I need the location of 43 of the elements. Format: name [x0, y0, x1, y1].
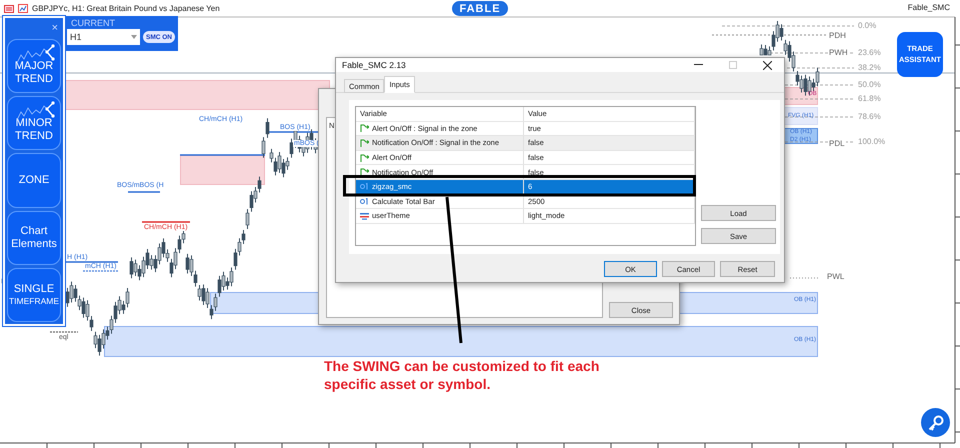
close-icon[interactable] [763, 60, 772, 70]
key-icon [928, 414, 944, 430]
structure-line [82, 270, 118, 272]
level-label: PWL [826, 272, 846, 281]
brand-badge: FABLE [452, 1, 508, 16]
menu-icon [4, 4, 14, 12]
menu-button[interactable]: MINOR TREND [7, 96, 61, 150]
close-button[interactable]: × [50, 20, 60, 36]
list-icon [360, 212, 369, 220]
dropdown-caret-icon [131, 35, 137, 39]
timeframe-select[interactable]: H1 [67, 29, 140, 45]
level-label: PWH [828, 48, 849, 57]
fib-level-label: 61.8% [857, 94, 882, 103]
menu-button[interactable]: SINGLE TIMEFRAME [7, 268, 61, 322]
structure-line [65, 261, 118, 263]
flag-arrow-icon [360, 168, 369, 176]
chart-window-icon [18, 4, 28, 13]
structure-line [142, 221, 190, 223]
level-label: PDL [828, 139, 846, 148]
minimize-icon[interactable] [694, 64, 703, 66]
indicator-name: Fable_SMC [908, 3, 950, 12]
menu-button[interactable]: MAJOR TREND [7, 38, 61, 94]
flag-arrow-icon [360, 154, 369, 162]
flag-arrow-icon [360, 138, 369, 147]
fib-level-label: 38.2% [857, 63, 882, 72]
fib-level-label: 78.6% [857, 112, 882, 121]
fib-level-label: 0.0% [857, 21, 878, 30]
menu-button[interactable]: Chart Elements [7, 210, 61, 265]
fib-level-label: 23.6% [857, 48, 882, 57]
flag-arrow-icon [360, 124, 369, 132]
annotation-text: The SWING can be customized to fit each specific asset or symbol. [324, 358, 600, 393]
dialog-title: Fable_SMC 2.13 [342, 60, 407, 70]
window-title: GBPJPYc, H1: Great Britain Pound vs Japanese Yen [32, 4, 220, 13]
panel-heading: CURRENT [70, 18, 116, 28]
number-icon [360, 198, 369, 205]
key-button[interactable] [921, 408, 950, 437]
structure-line [128, 191, 160, 193]
menu-button[interactable]: ZONE [7, 153, 61, 208]
number-icon [360, 183, 369, 190]
level-label: PDH [828, 31, 847, 40]
fib-level-label: 50.0% [857, 80, 882, 89]
demand-zone [783, 128, 818, 144]
fib-level-label: 100.0% [857, 137, 886, 146]
